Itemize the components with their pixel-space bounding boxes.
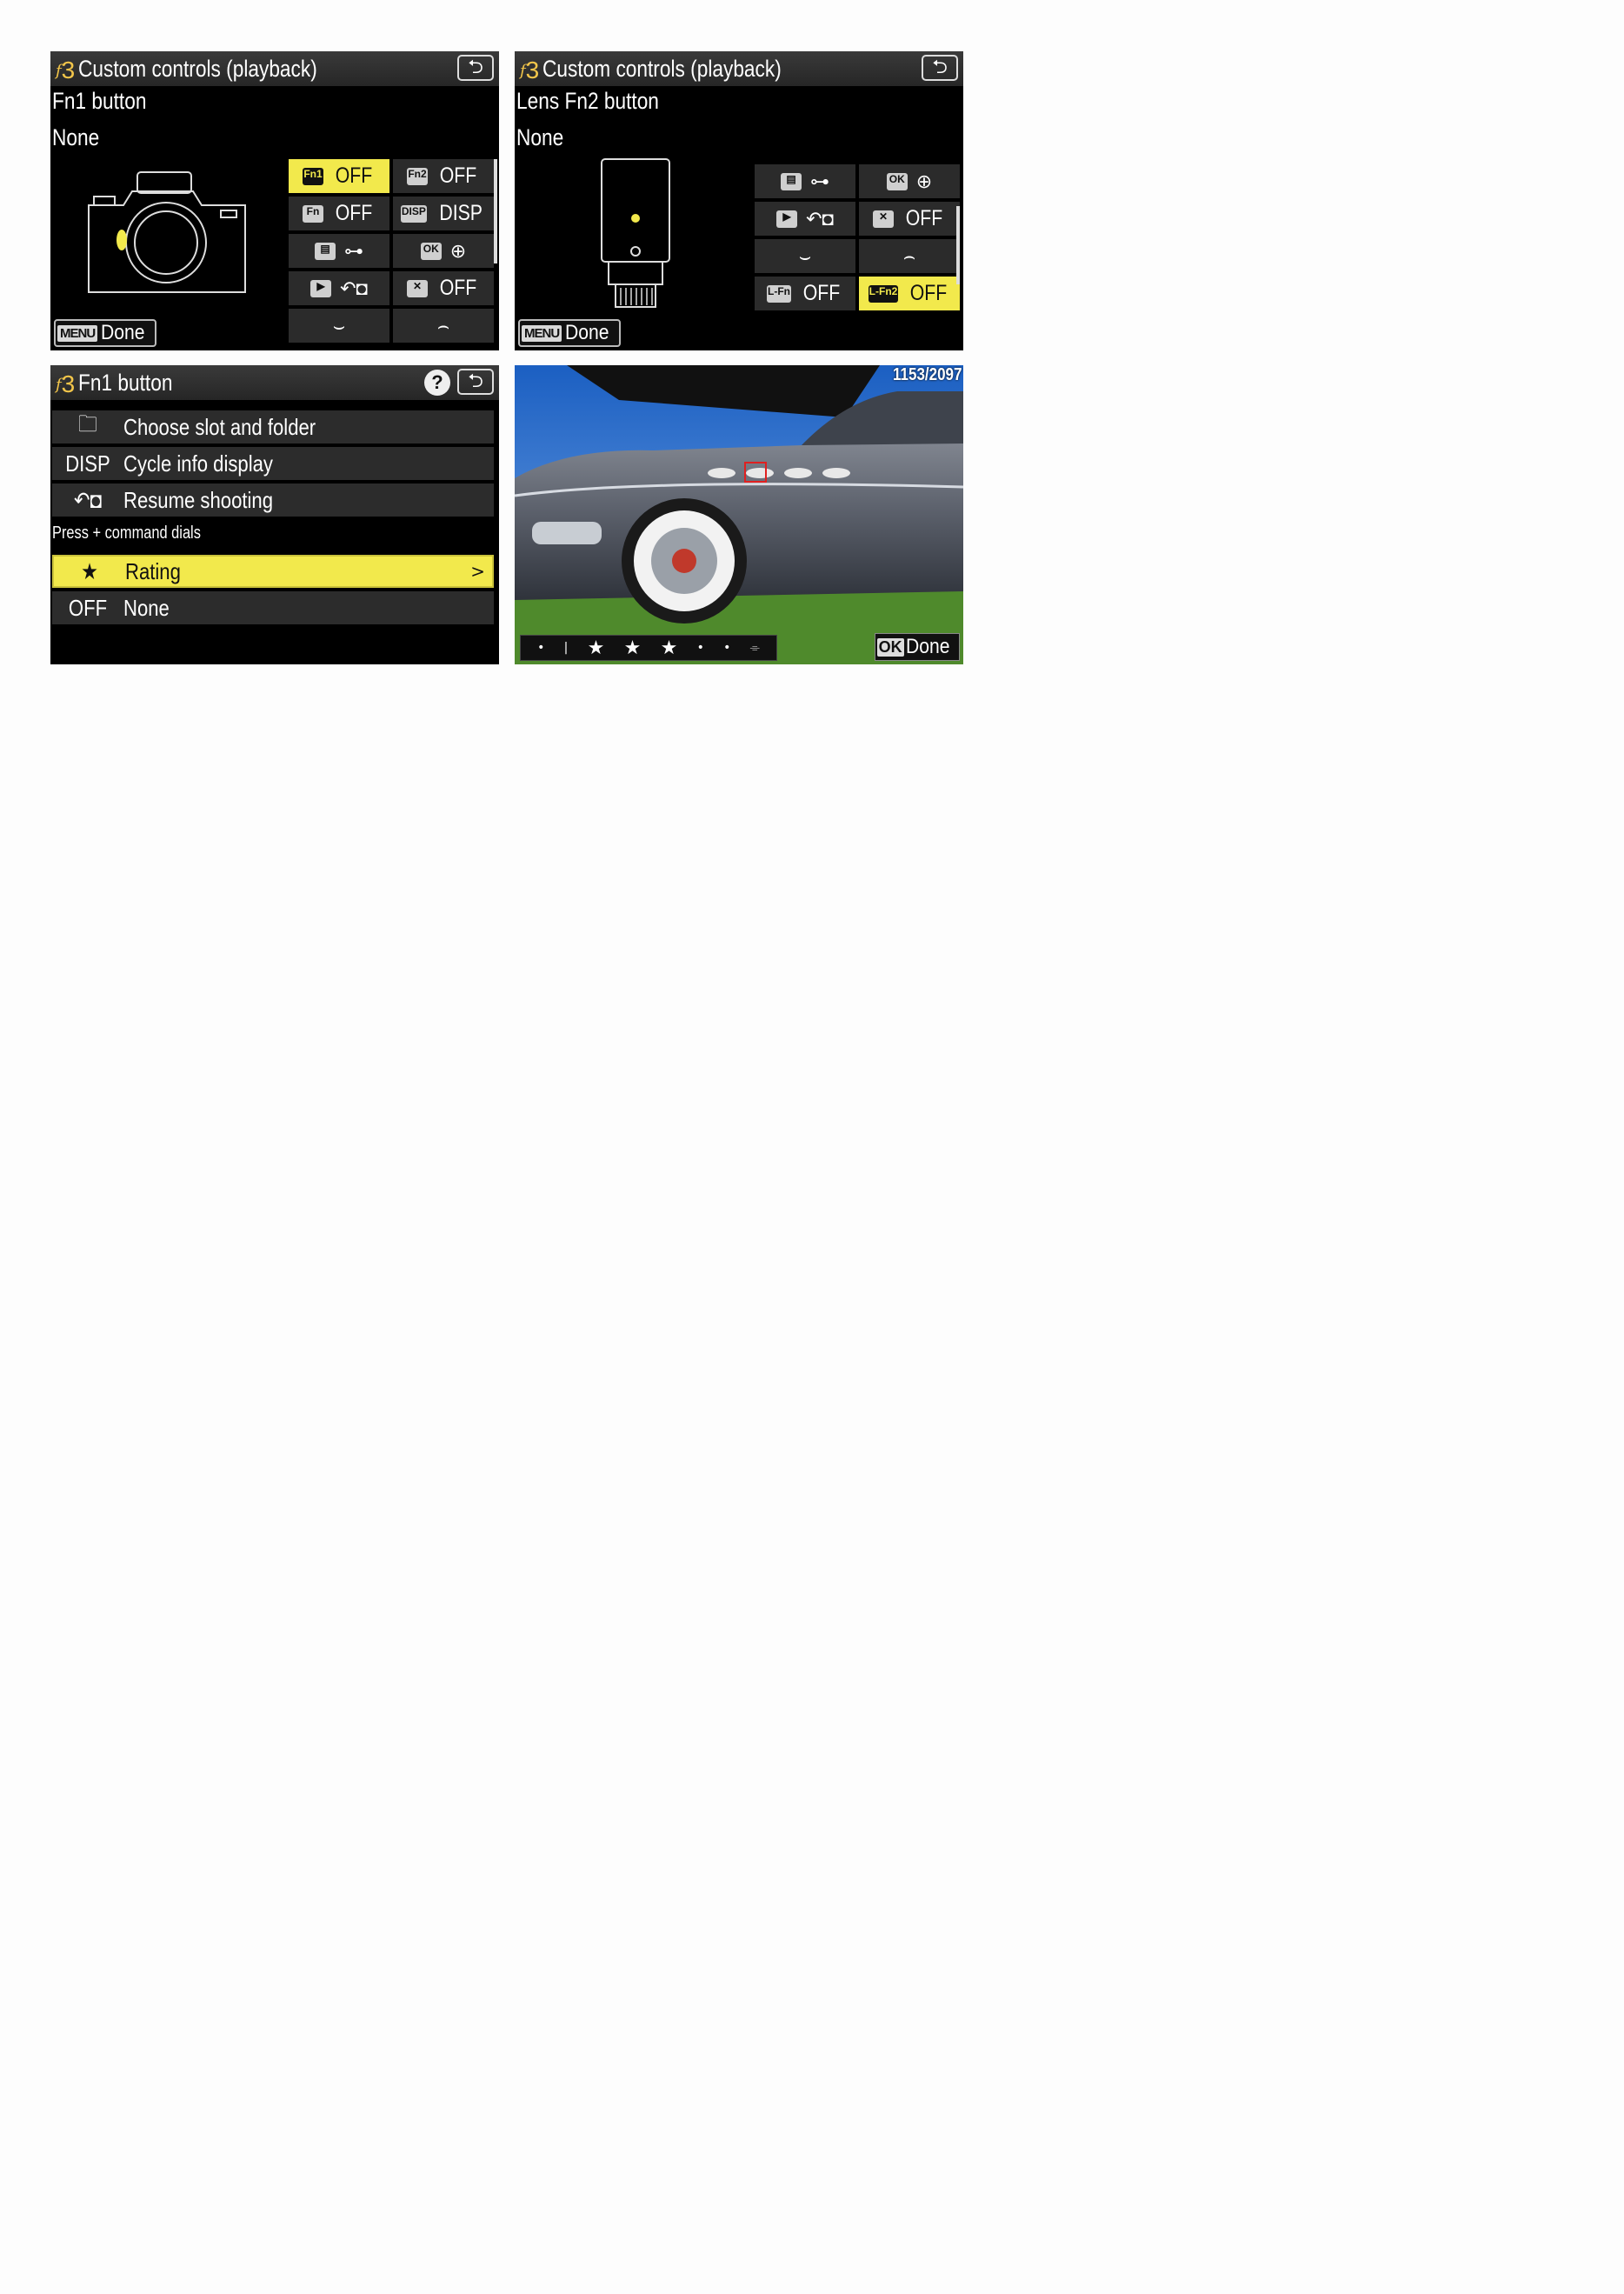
star-icon: ★: [660, 637, 678, 659]
custom-controls-fn1-screen: f3 Custom controls (playback) ⮌ Fn1 butt…: [50, 51, 499, 350]
scrollbar[interactable]: [956, 206, 960, 284]
image-counter: 1153/2097: [892, 365, 962, 384]
ok-cell[interactable]: OK ⊕: [859, 164, 960, 198]
main-dial-icon: ⌣: [332, 314, 346, 337]
fn-cell[interactable]: Fn OFF: [289, 197, 389, 230]
protect-icon: ✕: [873, 210, 894, 228]
menu-icon: ▤: [315, 242, 336, 260]
ok-icon: OK: [420, 242, 442, 260]
lens-fn2-cell[interactable]: L-Fn2 OFF: [859, 277, 960, 310]
ok-done-button[interactable]: OK Done: [874, 633, 960, 661]
custom-controls-lens-fn2-screen: f3 Custom controls (playback) ⮌ Lens Fn2…: [515, 51, 963, 350]
back-icon[interactable]: ⮌: [457, 55, 494, 81]
menu-button-cell[interactable]: ▤ ⊶: [755, 164, 855, 198]
sub-dial-icon: ⌢: [902, 244, 916, 267]
protect-cell[interactable]: ✕ OFF: [859, 202, 960, 236]
folder-icon: 🗀: [77, 410, 98, 437]
help-icon[interactable]: ?: [424, 370, 450, 396]
play-cell[interactable]: ▶ ↶◘: [755, 202, 855, 236]
page-title: Custom controls (playback): [78, 56, 317, 82]
ok-cell[interactable]: OK ⊕: [393, 234, 494, 268]
lens-fn-icon: L-Fn: [767, 284, 791, 303]
menu-code: f3: [56, 57, 75, 83]
rating-dot: •: [723, 641, 731, 655]
page-title: Fn1 button: [78, 370, 173, 396]
star-icon: ★: [81, 557, 98, 584]
back-icon[interactable]: ⮌: [457, 369, 494, 395]
list-item-none[interactable]: OFF None: [52, 591, 494, 624]
play-cell[interactable]: ▶ ↶◘: [289, 271, 389, 305]
list-item-resume-shooting[interactable]: ↶◘ Resume shooting: [52, 483, 494, 517]
star-icon: ★: [623, 637, 642, 659]
sub-dial-cell[interactable]: ⌢: [859, 239, 960, 273]
key-icon: ⊶: [344, 239, 363, 262]
protect-cell[interactable]: ✕ OFF: [393, 271, 494, 305]
menu-icon: ▤: [781, 172, 802, 190]
menu-code: f3: [56, 370, 75, 397]
section-heading: Press + command dials: [52, 523, 201, 543]
main-dial-cell[interactable]: ⌣: [755, 239, 855, 273]
fn1-icon: Fn1: [303, 167, 323, 185]
done-button[interactable]: MENU Done: [54, 319, 156, 347]
control-name: Fn1 button: [52, 88, 147, 114]
resume-shooting-icon: ↶◘: [340, 277, 368, 299]
lens-fn-cell[interactable]: L-Fn OFF: [755, 277, 855, 310]
rating-dot: •: [696, 641, 704, 655]
menu-key-tag: MENU: [57, 324, 98, 342]
disp-cell[interactable]: DISP DISP: [393, 197, 494, 230]
playback-rating-screen: 1153/2097 • | ★ ★ ★ • • ⌯ OK Done: [515, 365, 963, 664]
button-grid: ▤ ⊶ OK ⊕ ▶ ↶◘ ✕ OFF ⌣ ⌢ L-Fn OFF L-Fn2 OFF: [755, 164, 960, 310]
disp-icon: DISP: [400, 204, 427, 223]
sub-dial-icon: ⌢: [436, 314, 450, 337]
protect-icon: ✕: [407, 279, 428, 297]
done-button[interactable]: MENU Done: [518, 319, 621, 347]
back-icon[interactable]: ⮌: [922, 55, 958, 81]
main-dial-cell[interactable]: ⌣: [289, 309, 389, 343]
control-name: Lens Fn2 button: [516, 88, 659, 114]
fn2-cell[interactable]: Fn2 OFF: [393, 159, 494, 193]
title-bar: f3 Custom controls (playback) ⮌: [50, 51, 499, 86]
photo-classic-car: [515, 365, 963, 664]
scrollbar[interactable]: [494, 159, 497, 263]
sub-dial-cell[interactable]: ⌢: [393, 309, 494, 343]
ok-icon: OK: [886, 172, 908, 190]
assignment-value: None: [516, 124, 564, 150]
camera-body-icon: [88, 171, 246, 293]
rating-divider: |: [563, 641, 569, 655]
button-grid: Fn1 OFF Fn2 OFF Fn OFF DISP DISP ▤ ⊶ OK ⊕ ▶ ↶◘ …: [289, 159, 494, 343]
fn1-cell[interactable]: Fn1 OFF: [289, 159, 389, 193]
main-dial-icon: ⌣: [798, 244, 812, 267]
off-icon: OFF: [68, 594, 108, 621]
fn1-button-options-screen: f3 Fn1 button ? ⮌ 🗀 Choose slot and fold…: [50, 365, 499, 664]
list-item-rating[interactable]: ★ Rating >: [52, 555, 494, 588]
play-icon: ▶: [310, 279, 332, 297]
play-icon: ▶: [776, 210, 798, 228]
star-icon: ★: [587, 637, 605, 659]
page-title: Custom controls (playback): [542, 56, 782, 82]
ok-key-tag: OK: [876, 637, 904, 657]
assignment-value: None: [52, 124, 100, 150]
key-icon: ⊶: [810, 170, 829, 192]
disp-icon: DISP: [65, 450, 110, 477]
lens-fn2-icon: L-Fn2: [868, 284, 899, 303]
delete-candidate-icon: ⌯: [749, 641, 760, 655]
menu-code: f3: [520, 57, 539, 83]
resume-shooting-icon: ↶◘: [74, 486, 102, 513]
title-bar: f3 Fn1 button ? ⮌: [50, 365, 499, 400]
title-bar: f3 Custom controls (playback) ⮌: [515, 51, 963, 86]
zoom-icon: ⊕: [915, 170, 933, 192]
fn-icon: Fn: [303, 204, 323, 223]
list-item-choose-slot[interactable]: 🗀 Choose slot and folder: [52, 410, 494, 443]
rating-dot: •: [537, 641, 545, 655]
list-item-cycle-info[interactable]: DISP Cycle info display: [52, 447, 494, 480]
resume-shooting-icon: ↶◘: [806, 207, 834, 230]
menu-key-tag: MENU: [522, 324, 562, 342]
fn2-icon: Fn2: [407, 167, 428, 185]
rating-bar[interactable]: • | ★ ★ ★ • • ⌯: [520, 635, 777, 661]
lens-icon: [601, 158, 670, 308]
menu-button-cell[interactable]: ▤ ⊶: [289, 234, 389, 268]
zoom-icon: ⊕: [449, 239, 467, 262]
chevron-right-icon: >: [470, 561, 485, 582]
